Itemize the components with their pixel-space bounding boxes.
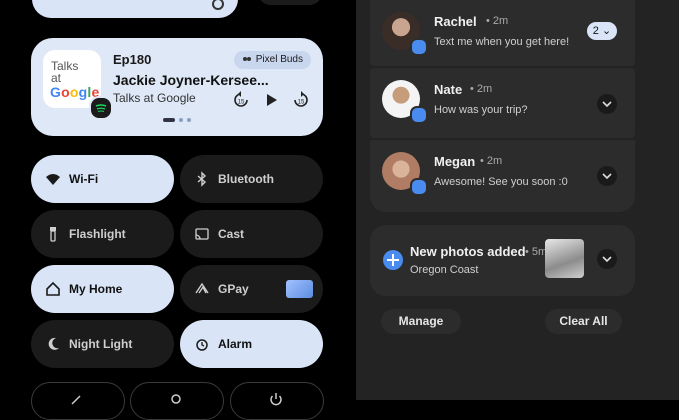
power-button[interactable]: [230, 382, 324, 420]
settings-gear-icon: [212, 0, 224, 10]
notification-photos[interactable]: New photos added • 5m Oregon Coast: [370, 225, 635, 296]
tile-label: Flashlight: [69, 227, 126, 241]
manage-button[interactable]: Manage: [381, 309, 461, 334]
clear-all-button[interactable]: Clear All: [545, 309, 622, 334]
earbuds-icon: [242, 57, 251, 61]
notification-subtitle: Oregon Coast: [410, 264, 479, 276]
episode-label: Ep180: [113, 52, 152, 67]
brightness-slider[interactable]: [32, 0, 238, 18]
settings-button[interactable]: [130, 382, 224, 420]
page-dot-active: [163, 118, 175, 122]
svg-text:15: 15: [238, 100, 245, 106]
tile-label: Cast: [218, 227, 245, 241]
notification-megan[interactable]: Megan • 2m Awesome! See you soon :0: [370, 140, 635, 212]
moon-icon: [48, 337, 59, 350]
track-title: Jackie Joyner-Kersee...: [113, 72, 269, 88]
forward-15-icon[interactable]: 15: [291, 90, 311, 110]
cast-icon: [195, 228, 209, 240]
tile-label: Alarm: [218, 337, 253, 351]
notification-title: New photos added: [410, 244, 526, 259]
output-device-chip[interactable]: Pixel Buds: [233, 51, 311, 69]
tile-alarm[interactable]: Alarm: [180, 320, 323, 368]
tile-label: GPay: [218, 282, 249, 296]
top-dark-tile: [258, 0, 322, 5]
power-icon: [270, 393, 282, 406]
photo-thumbnail: [545, 239, 584, 278]
sender-name: Megan: [434, 154, 476, 169]
message-app-icon: [410, 178, 428, 196]
message-text: Awesome! See you soon :0: [434, 176, 568, 188]
notification-rachel[interactable]: Rachel • 2m Text me when you get here! 2…: [370, 0, 635, 66]
show-name: Talks at Google: [113, 91, 196, 105]
media-page-indicator: [163, 118, 191, 122]
chevron-down-icon[interactable]: [597, 94, 617, 114]
photos-app-icon: [383, 250, 403, 270]
tile-my-home[interactable]: My Home: [31, 265, 174, 313]
tile-bluetooth[interactable]: Bluetooth: [180, 155, 323, 203]
home-icon: [46, 281, 60, 296]
message-app-icon: [410, 106, 428, 124]
wifi-icon: [46, 174, 60, 185]
tile-label: Wi-Fi: [69, 172, 99, 186]
play-icon[interactable]: [261, 90, 281, 110]
tile-wifi[interactable]: Wi-Fi: [31, 155, 174, 203]
spotify-icon: [89, 96, 113, 120]
message-text: Text me when you get here!: [434, 36, 570, 48]
payment-card-thumbnail: [286, 280, 313, 298]
notification-nate[interactable]: Nate • 2m How was your trip?: [370, 68, 635, 138]
flashlight-icon: [50, 227, 56, 242]
tile-night-light[interactable]: Night Light: [31, 320, 174, 368]
media-player-card[interactable]: Talks at Google Ep180 Jackie Joyner-Kers…: [31, 38, 323, 136]
timestamp: • 5m: [525, 246, 548, 258]
timestamp: • 2m: [480, 155, 503, 167]
svg-text:15: 15: [298, 100, 305, 106]
tile-gpay[interactable]: GPay: [180, 265, 323, 313]
timestamp: • 2m: [470, 83, 493, 95]
output-device-label: Pixel Buds: [255, 54, 303, 65]
sender-name: Rachel: [434, 14, 477, 29]
gpay-icon: [195, 282, 209, 294]
tile-cast[interactable]: Cast: [180, 210, 323, 258]
tile-label: Bluetooth: [218, 172, 274, 186]
rewind-15-icon[interactable]: 15: [231, 90, 251, 110]
gear-icon: [171, 394, 181, 404]
tile-label: Night Light: [69, 337, 133, 351]
bluetooth-icon: [197, 171, 207, 187]
page-dot: [187, 118, 191, 122]
alarm-icon: [196, 339, 208, 351]
edit-button[interactable]: [31, 382, 125, 420]
tile-flashlight[interactable]: Flashlight: [31, 210, 174, 258]
message-app-icon: [410, 38, 428, 56]
page-dot: [179, 118, 183, 122]
sender-name: Nate: [434, 82, 463, 97]
timestamp: • 2m: [486, 15, 509, 27]
pencil-icon: [71, 395, 81, 405]
tile-label: My Home: [69, 282, 123, 296]
message-text: How was your trip?: [434, 104, 528, 116]
message-count-badge[interactable]: 2 ⌄: [587, 22, 617, 40]
album-text-at: at: [51, 71, 62, 85]
chevron-down-icon[interactable]: [597, 166, 617, 186]
chevron-down-icon[interactable]: [597, 249, 617, 269]
